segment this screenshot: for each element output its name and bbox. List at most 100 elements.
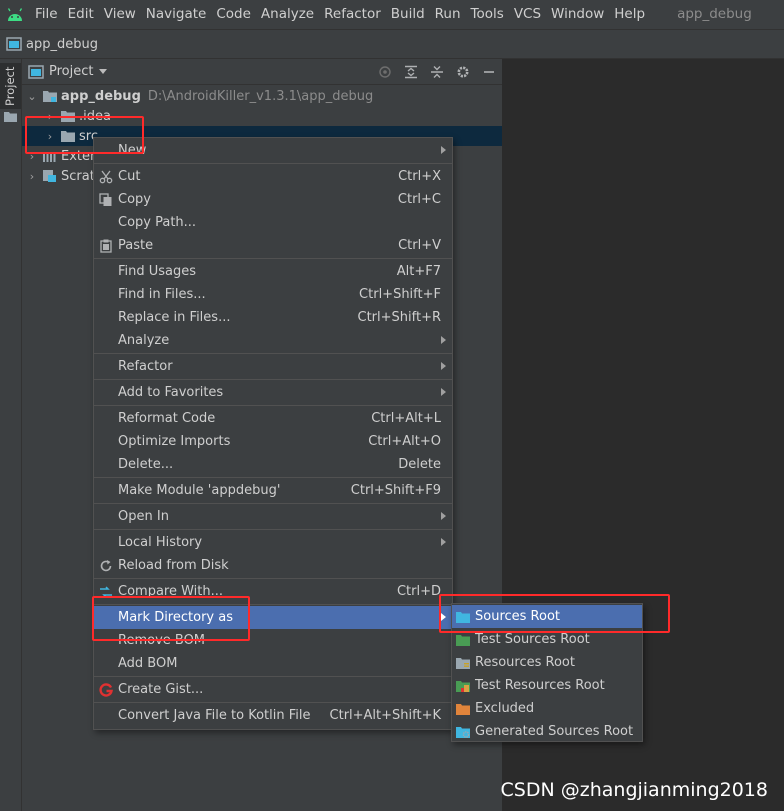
menu-analyze[interactable]: Analyze <box>256 0 319 29</box>
menu-item-shortcut: Ctrl+Alt+L <box>371 411 441 426</box>
menu-separator <box>94 503 452 504</box>
menu-item-paste[interactable]: Paste Ctrl+V <box>94 234 452 257</box>
menu-item-find-in-files[interactable]: Find in Files... Ctrl+Shift+F <box>94 283 452 306</box>
chevron-right-icon[interactable]: › <box>25 170 39 183</box>
copy-icon <box>98 192 114 208</box>
submenu-item-label: Test Sources Root <box>475 632 590 647</box>
menu-refactor[interactable]: Refactor <box>319 0 386 29</box>
menu-item-local-history[interactable]: Local History <box>94 531 452 554</box>
module-icon <box>6 37 22 51</box>
scissors-icon <box>98 169 114 185</box>
menu-item-delete[interactable]: Delete... Delete <box>94 453 452 476</box>
submenu-arrow-icon <box>441 538 446 546</box>
menu-item-label: Copy <box>118 192 151 207</box>
menu-item-label: Open In <box>118 509 169 524</box>
collapse-all-icon[interactable] <box>428 63 446 81</box>
menu-item-label: Copy Path... <box>118 215 197 230</box>
menu-tools[interactable]: Tools <box>466 0 509 29</box>
menu-item-label: Cut <box>118 169 141 184</box>
menu-item-shortcut: Ctrl+Shift+R <box>357 310 442 325</box>
submenu-item-label: Test Resources Root <box>475 678 605 693</box>
menu-item-add-to-favorites[interactable]: Add to Favorites <box>94 381 452 404</box>
menu-item-label: Local History <box>118 535 203 550</box>
tool-window-stripe: Project <box>0 59 22 811</box>
submenu-arrow-icon <box>441 512 446 520</box>
menu-build[interactable]: Build <box>386 0 430 29</box>
submenu-item-generated-sources-root[interactable]: Generated Sources Root <box>452 720 642 743</box>
menu-item-shortcut: Ctrl+Alt+O <box>368 434 441 449</box>
window-title: app_debug <box>677 6 752 22</box>
menu-item-shortcut: Ctrl+D <box>396 584 441 599</box>
android-logo-icon <box>0 0 30 29</box>
menu-item-make-module[interactable]: Make Module 'appdebug' Ctrl+Shift+F9 <box>94 479 452 502</box>
menu-code[interactable]: Code <box>211 0 256 29</box>
menu-separator <box>94 676 452 677</box>
menu-item-convert-java-to-kotlin[interactable]: Convert Java File to Kotlin File Ctrl+Al… <box>94 704 452 727</box>
breadcrumb-label: app_debug <box>26 36 98 52</box>
expand-all-icon[interactable] <box>402 63 420 81</box>
menu-separator <box>94 529 452 530</box>
menu-run[interactable]: Run <box>430 0 466 29</box>
menu-item-copy-path[interactable]: Copy Path... <box>94 211 452 234</box>
resources-folder-icon <box>455 655 471 671</box>
submenu-arrow-icon <box>441 146 446 154</box>
test-resources-folder-icon <box>455 678 471 694</box>
menu-separator <box>94 379 452 380</box>
menu-item-reload-from-disk[interactable]: Reload from Disk <box>94 554 452 577</box>
submenu-arrow-icon <box>441 388 446 396</box>
menu-separator <box>94 702 452 703</box>
clipboard-icon <box>98 238 114 254</box>
reload-icon <box>98 558 114 574</box>
menu-item-optimize-imports[interactable]: Optimize Imports Ctrl+Alt+O <box>94 430 452 453</box>
menu-item-refactor[interactable]: Refactor <box>94 355 452 378</box>
folder-icon <box>4 111 17 126</box>
menu-item-open-in[interactable]: Open In <box>94 505 452 528</box>
menu-separator <box>94 258 452 259</box>
menu-item-label: Reformat Code <box>118 411 216 426</box>
target-icon[interactable] <box>376 63 394 81</box>
menu-item-copy[interactable]: Copy Ctrl+C <box>94 188 452 211</box>
submenu-item-label: Generated Sources Root <box>475 724 634 739</box>
menu-item-find-usages[interactable]: Find Usages Alt+F7 <box>94 260 452 283</box>
submenu-item-resources-root[interactable]: Resources Root <box>452 651 642 674</box>
project-icon <box>28 64 44 79</box>
menu-item-label: Make Module 'appdebug' <box>118 483 281 498</box>
minimize-icon[interactable] <box>480 63 498 81</box>
menu-item-label: Analyze <box>118 333 170 348</box>
menu-separator <box>94 578 452 579</box>
menu-item-analyze[interactable]: Analyze <box>94 329 452 352</box>
gear-icon[interactable] <box>454 63 472 81</box>
submenu-item-test-resources-root[interactable]: Test Resources Root <box>452 674 642 697</box>
project-view-selector[interactable]: Project <box>28 64 108 79</box>
menu-navigate[interactable]: Navigate <box>141 0 212 29</box>
project-tool-tab-label: Project <box>3 66 17 106</box>
chevron-down-icon[interactable]: ⌄ <box>25 90 39 103</box>
menu-item-shortcut: Ctrl+Alt+Shift+K <box>329 708 441 723</box>
tree-root-path: D:\AndroidKiller_v1.3.1\app_debug <box>147 88 374 104</box>
menu-vcs[interactable]: VCS <box>509 0 546 29</box>
menu-item-reformat-code[interactable]: Reformat Code Ctrl+Alt+L <box>94 407 452 430</box>
annotation-highlight-sources-root <box>439 594 670 633</box>
menu-bar: File Edit View Navigate Code Analyze Ref… <box>0 0 784 29</box>
menu-view[interactable]: View <box>99 0 141 29</box>
menu-item-label: Find in Files... <box>118 287 206 302</box>
menu-item-cut[interactable]: Cut Ctrl+X <box>94 165 452 188</box>
menu-file[interactable]: File <box>30 0 63 29</box>
menu-item-shortcut: Ctrl+Shift+F <box>359 287 441 302</box>
menu-item-add-bom[interactable]: Add BOM <box>94 652 452 675</box>
project-tool-tab[interactable]: Project <box>0 63 21 109</box>
breadcrumb[interactable]: app_debug <box>6 37 98 52</box>
menu-edit[interactable]: Edit <box>63 0 99 29</box>
project-panel-header: Project <box>22 59 502 85</box>
excluded-folder-icon <box>455 701 471 717</box>
tree-root-label: app_debug <box>61 88 141 104</box>
tree-root-app-debug[interactable]: ⌄ app_debug D:\AndroidKiller_v1.3.1\app_… <box>22 86 502 106</box>
menu-item-shortcut: Ctrl+C <box>397 192 441 207</box>
menu-help[interactable]: Help <box>609 0 650 29</box>
menu-window[interactable]: Window <box>546 0 609 29</box>
submenu-item-excluded[interactable]: Excluded <box>452 697 642 720</box>
menu-item-create-gist[interactable]: Create Gist... <box>94 678 452 701</box>
menu-item-label: Delete... <box>118 457 174 472</box>
menu-item-replace-in-files[interactable]: Replace in Files... Ctrl+Shift+R <box>94 306 452 329</box>
menu-item-new[interactable]: New <box>94 139 452 162</box>
